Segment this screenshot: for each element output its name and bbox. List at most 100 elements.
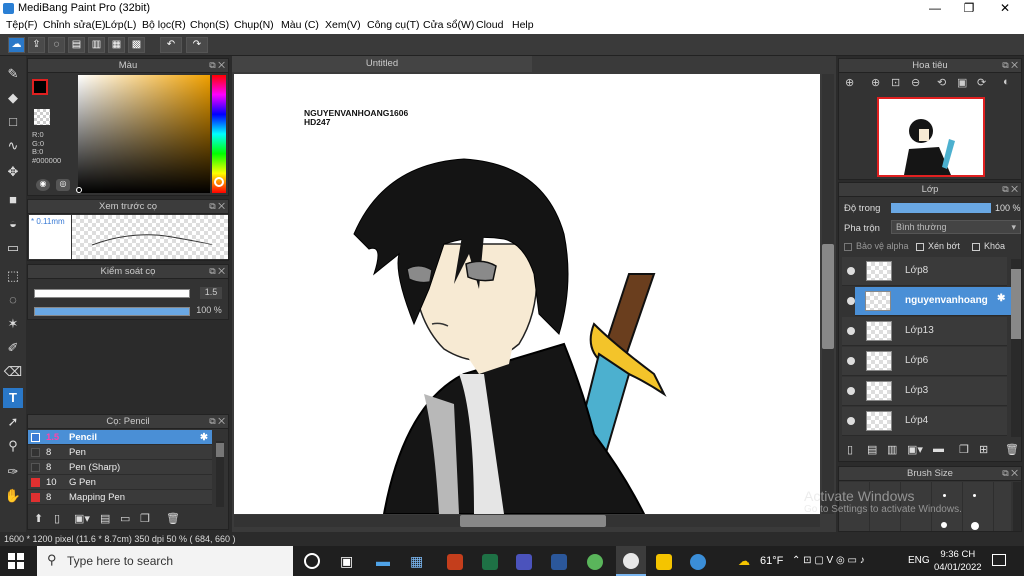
fit-screen-icon[interactable]: ⊡: [891, 76, 900, 89]
redo-icon[interactable]: ↷: [186, 37, 208, 53]
bucket-tool-icon[interactable]: ◒: [3, 214, 23, 234]
taskbar-search-box[interactable]: ⚲ Type here to search: [37, 546, 293, 576]
select-pen-tool-icon[interactable]: ✐: [3, 338, 23, 358]
brush-size-value[interactable]: 1.5: [200, 287, 222, 299]
vertical-scrollbar[interactable]: [822, 74, 834, 514]
eyedropper-tool-icon[interactable]: ✑: [3, 462, 23, 482]
reset-view-icon[interactable]: ▣: [957, 76, 967, 89]
saturation-value-picker[interactable]: [78, 75, 210, 193]
horizontal-scrollbar[interactable]: [234, 515, 820, 527]
magic-wand-tool-icon[interactable]: ✶: [3, 314, 23, 334]
add-brush-icon[interactable]: ⬆: [34, 512, 43, 525]
brush-opacity-value[interactable]: 100 %: [192, 305, 226, 317]
stroke-tool-icon[interactable]: ∿: [3, 136, 23, 156]
page-icon[interactable]: ▥: [88, 37, 105, 53]
rotate-left-icon[interactable]: ⟲: [937, 76, 946, 89]
weather-temperature[interactable]: 61°F: [760, 555, 783, 567]
foreground-color-swatch[interactable]: [32, 79, 48, 95]
horizontal-scroll-thumb[interactable]: [460, 515, 606, 527]
comment-icon[interactable]: ◌: [48, 37, 65, 53]
clock[interactable]: 9:36 CH 04/01/2022: [934, 548, 982, 574]
merge-icon[interactable]: ⊞: [979, 443, 988, 456]
new-halftone-layer-icon[interactable]: ▤: [867, 443, 877, 456]
blend-mode-select[interactable]: Bình thường ▾: [891, 220, 1021, 234]
panel-close-icon[interactable]: ⧉ ✕: [209, 200, 225, 213]
brush-size-slider[interactable]: [34, 289, 190, 298]
folder-icon[interactable]: ▬: [933, 443, 944, 455]
bluestacks-icon[interactable]: [656, 554, 672, 570]
panel-close-icon[interactable]: ⧉ ✕: [209, 59, 225, 72]
dropper-tool-icon[interactable]: ⚲: [3, 436, 23, 456]
color-picker-cursor[interactable]: [76, 187, 82, 193]
brush-size-dot[interactable]: [973, 494, 976, 497]
panel-close-icon[interactable]: ⧉ ✕: [1002, 183, 1018, 196]
palette-icon[interactable]: ◉: [36, 179, 50, 191]
scrollbar-thumb[interactable]: [216, 443, 224, 457]
duplicate-icon[interactable]: ❐: [140, 512, 150, 525]
menu-edit[interactable]: Chỉnh sửa(E): [43, 19, 105, 31]
task-view-icon[interactable]: ▣: [340, 553, 353, 570]
flip-icon[interactable]: ◐: [1003, 76, 1010, 88]
cortana-icon[interactable]: [304, 553, 320, 569]
rectangle-tool-icon[interactable]: □: [3, 112, 23, 132]
zoom-out-icon[interactable]: ⊖: [911, 76, 920, 89]
fill-rect-tool-icon[interactable]: ■: [3, 190, 23, 210]
menu-file[interactable]: Tệp(F): [6, 19, 38, 31]
layer-row[interactable]: Lớp13: [842, 317, 1007, 346]
powerpoint-icon[interactable]: [447, 554, 463, 570]
menu-help[interactable]: Help: [512, 19, 534, 31]
panel-close-icon[interactable]: ⧉ ✕: [209, 415, 225, 428]
new-8bit-layer-icon[interactable]: ▥: [887, 443, 897, 456]
menu-layer[interactable]: Lớp(L): [105, 19, 136, 31]
lock-checkbox[interactable]: [972, 243, 980, 251]
vertical-scroll-thumb[interactable]: [822, 244, 834, 349]
brush-size-dot[interactable]: [941, 522, 947, 528]
trash-icon[interactable]: 🗑: [166, 512, 180, 525]
menu-color[interactable]: Màu (C): [281, 19, 319, 31]
canvas-tab[interactable]: Untitled: [232, 56, 532, 72]
pages-icon[interactable]: ▦: [108, 37, 125, 53]
hand-tool-icon[interactable]: ✋: [3, 486, 23, 506]
brush-item-pen-sharp[interactable]: 8 Pen (Sharp): [28, 460, 212, 475]
add-brush-dropdown-icon[interactable]: ▣▾: [74, 512, 90, 525]
layer-list-scrollbar[interactable]: [1011, 259, 1021, 437]
palette-settings-icon[interactable]: ◎: [56, 179, 70, 191]
menu-window[interactable]: Cửa sổ(W): [423, 19, 474, 31]
minimize-button[interactable]: —: [918, 0, 952, 17]
lasso-tool-icon[interactable]: ◌: [3, 290, 23, 310]
word-icon[interactable]: [551, 554, 567, 570]
layer-row-selected[interactable]: nguyenvanhoang ✱: [855, 287, 1011, 316]
active-app-highlight[interactable]: [616, 546, 646, 576]
app-icon[interactable]: [587, 554, 603, 570]
menu-select[interactable]: Chọn(S): [190, 19, 229, 31]
paint-app-icon[interactable]: [690, 554, 706, 570]
layer-scroll-thumb[interactable]: [1011, 269, 1021, 339]
transparent-color-swatch[interactable]: [34, 109, 50, 125]
layer-row[interactable]: Lớp3: [842, 377, 1007, 406]
grid-icon[interactable]: ▩: [128, 37, 145, 53]
import-brush-icon[interactable]: ▤: [100, 512, 110, 525]
clip-checkbox[interactable]: [916, 243, 924, 251]
gear-icon[interactable]: ✱: [200, 430, 208, 445]
layer-row[interactable]: Lớp4: [842, 407, 1007, 436]
gear-icon[interactable]: ✱: [997, 293, 1005, 304]
brush-list-scrollbar[interactable]: [216, 441, 224, 507]
eye-icon[interactable]: [847, 417, 855, 425]
eye-icon[interactable]: [847, 327, 855, 335]
language-indicator[interactable]: ENG: [908, 555, 930, 566]
close-button[interactable]: ✕: [988, 0, 1022, 17]
trash-icon[interactable]: 🗑: [1005, 443, 1019, 456]
windows-start-icon[interactable]: [8, 553, 24, 569]
menu-tools[interactable]: Công cụ(T): [367, 19, 420, 31]
select-tool-icon[interactable]: ⬚: [3, 266, 23, 286]
weather-icon[interactable]: ☁: [738, 554, 750, 568]
layer-opacity-slider[interactable]: [891, 203, 991, 213]
menu-cloud[interactable]: Cloud: [476, 19, 503, 31]
brush-size-scrollbar[interactable]: [1013, 482, 1021, 531]
brush-size-dot[interactable]: [971, 522, 979, 530]
tray-icons[interactable]: ⌃ ⊡ ▢ V ◎ ▭ ♪: [792, 555, 865, 566]
eye-icon[interactable]: [847, 297, 855, 305]
new-layer-icon[interactable]: ▯: [847, 443, 853, 456]
text-tool-icon[interactable]: T: [3, 388, 23, 408]
eraser-tool-icon[interactable]: ◆: [3, 88, 23, 108]
